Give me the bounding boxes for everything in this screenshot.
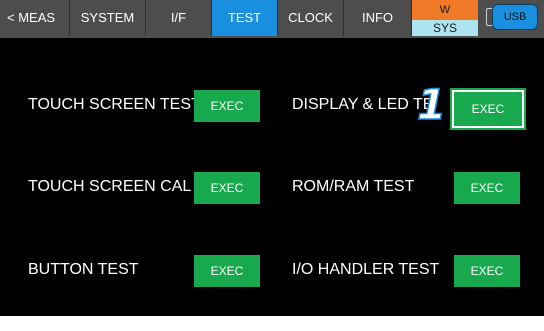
usb-status: USB (478, 0, 544, 36)
tab-clock[interactable]: CLOCK (278, 0, 344, 36)
button-test-exec-button[interactable]: EXEC (194, 255, 260, 287)
io-handler-test-label: I/O HANDLER TEST (292, 261, 440, 278)
touch-screen-test-exec-button[interactable]: EXEC (194, 90, 260, 122)
io-handler-test-exec-button[interactable]: EXEC (454, 255, 520, 287)
callout-number: 1 (416, 80, 447, 129)
tab-system[interactable]: SYSTEM (70, 0, 146, 36)
usb-badge: USB (492, 4, 538, 30)
tab-back-meas[interactable]: < MEAS (0, 0, 70, 36)
tab-if[interactable]: I/F (146, 0, 212, 36)
rom-ram-test-exec-button[interactable]: EXEC (454, 172, 520, 204)
button-test-label: BUTTON TEST (28, 261, 139, 278)
w-indicator: W (412, 0, 478, 20)
screen: < MEAS SYSTEM I/F TEST CLOCK INFO W SYS … (0, 0, 544, 316)
tab-bar: < MEAS SYSTEM I/F TEST CLOCK INFO W SYS … (0, 0, 544, 38)
device-frame: < MEAS SYSTEM I/F TEST CLOCK INFO W SYS … (0, 0, 544, 331)
display-led-test-label: DISPLAY & LED TE (292, 96, 434, 113)
sys-indicator: SYS (412, 20, 478, 36)
touch-screen-test-label: TOUCH SCREEN TEST (28, 96, 201, 113)
touch-screen-cal-label: TOUCH SCREEN CAL (28, 178, 192, 195)
tab-info[interactable]: INFO (344, 0, 412, 36)
touch-screen-cal-exec-button[interactable]: EXEC (194, 172, 260, 204)
rom-ram-test-label: ROM/RAM TEST (292, 178, 415, 195)
display-led-test-exec-button[interactable]: EXEC (454, 92, 522, 126)
status-indicator: W SYS (412, 0, 478, 36)
tab-test[interactable]: TEST (212, 0, 278, 36)
